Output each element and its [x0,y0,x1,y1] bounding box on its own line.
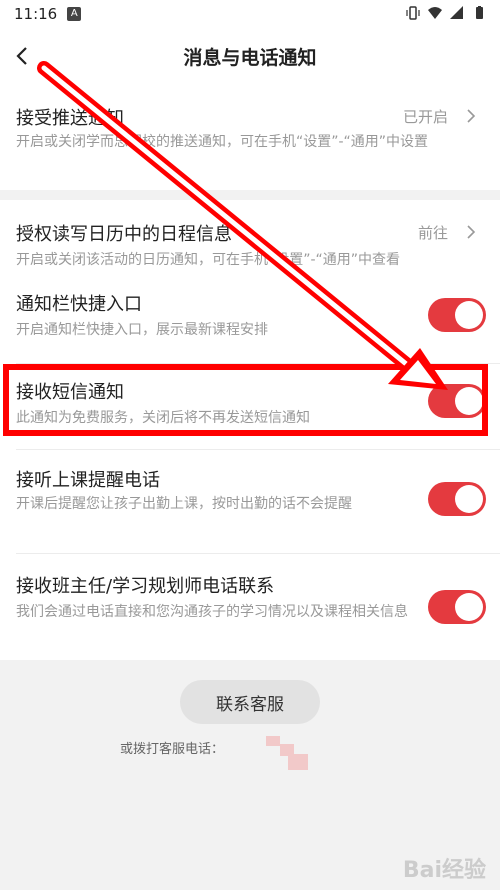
setting-description: 开启或关闭学而思网校的推送通知，可在手机“设置”-“通用”中设置 [16,134,429,150]
toggle-knob [455,301,483,329]
toggle-knob [455,485,483,513]
chevron-right-icon [467,225,476,239]
setting-label: 接听上课提醒电话 [16,470,160,491]
page-title: 消息与电话通知 [183,46,317,69]
status-time: 11:16 [14,5,58,23]
setting-row-shortcut: 通知栏快捷入口 开启通知栏快捷入口，展示最新课程安排 [0,278,500,364]
toggle-knob [455,387,483,415]
class-call-toggle[interactable] [428,482,486,516]
toggle-knob [455,593,483,621]
teacher-call-toggle[interactable] [428,590,486,624]
setting-description: 此通知为免费服务，关闭后将不再发送短信通知 [16,410,310,426]
setting-status: 前往 [417,224,448,242]
setting-description: 我们会通过电话直接和您沟通孩子的学习情况以及课程相关信息 [16,604,408,620]
watermark-logo: Bai经验 [402,858,486,883]
setting-label: 接收班主任/学习规划师电话联系 [16,576,275,597]
setting-row-push[interactable]: 接受推送通知 已开启 开启或关闭学而思网校的推送通知，可在手机“设置”-“通用”… [0,84,500,190]
app-notification-icon: A [67,7,82,21]
wifi-icon [428,7,442,19]
setting-description: 开课后提醒您让孩子出勤上课，按时出勤的话不会提醒 [16,496,352,512]
setting-label: 授权读写日历中的日程信息 [16,224,232,245]
status-bar: 11:16 A [0,0,500,28]
battery-icon [476,6,483,19]
setting-row-teacher-call: 接收班主任/学习规划师电话联系 我们会通过电话直接和您沟通孩子的学习情况以及课程… [0,554,500,660]
setting-row-class-call: 接听上课提醒电话 开课后提醒您让孩子出勤上课，按时出勤的话不会提醒 [0,450,500,554]
hotline-label: 或拨打客服电话： [120,742,225,757]
signal-icon [450,6,463,19]
setting-label: 通知栏快捷入口 [16,294,142,315]
nav-bar: 消息与电话通知 [0,28,500,84]
back-arrow-icon[interactable] [10,42,38,70]
setting-row-sms: 接收短信通知 此通知为免费服务，关闭后将不再发送短信通知 [0,364,500,450]
contact-support-button[interactable]: 联系客服 [180,680,320,724]
setting-description: 开启通知栏快捷入口，展示最新课程安排 [16,322,268,338]
setting-status: 已开启 [402,108,448,126]
vibrate-icon [406,6,420,20]
shortcut-toggle[interactable] [428,298,486,332]
sms-toggle[interactable] [428,384,486,418]
status-icons [406,6,486,20]
setting-label: 接收短信通知 [16,382,124,403]
settings-section-push: 接受推送通知 已开启 开启或关闭学而思网校的推送通知，可在手机“设置”-“通用”… [0,84,500,190]
setting-description: 开启或关闭该活动的日历通知，可在手机“设置”-“通用”中查看 [16,252,401,268]
setting-row-calendar[interactable]: 授权读写日历中的日程信息 前往 开启或关闭该活动的日历通知，可在手机“设置”-“… [0,200,500,278]
chevron-right-icon [467,109,476,123]
setting-label: 接受推送通知 [16,108,124,129]
settings-section-notifications: 授权读写日历中的日程信息 前往 开启或关闭该活动的日历通知，可在手机“设置”-“… [0,200,500,660]
redacted-phone-mosaic [266,736,310,770]
